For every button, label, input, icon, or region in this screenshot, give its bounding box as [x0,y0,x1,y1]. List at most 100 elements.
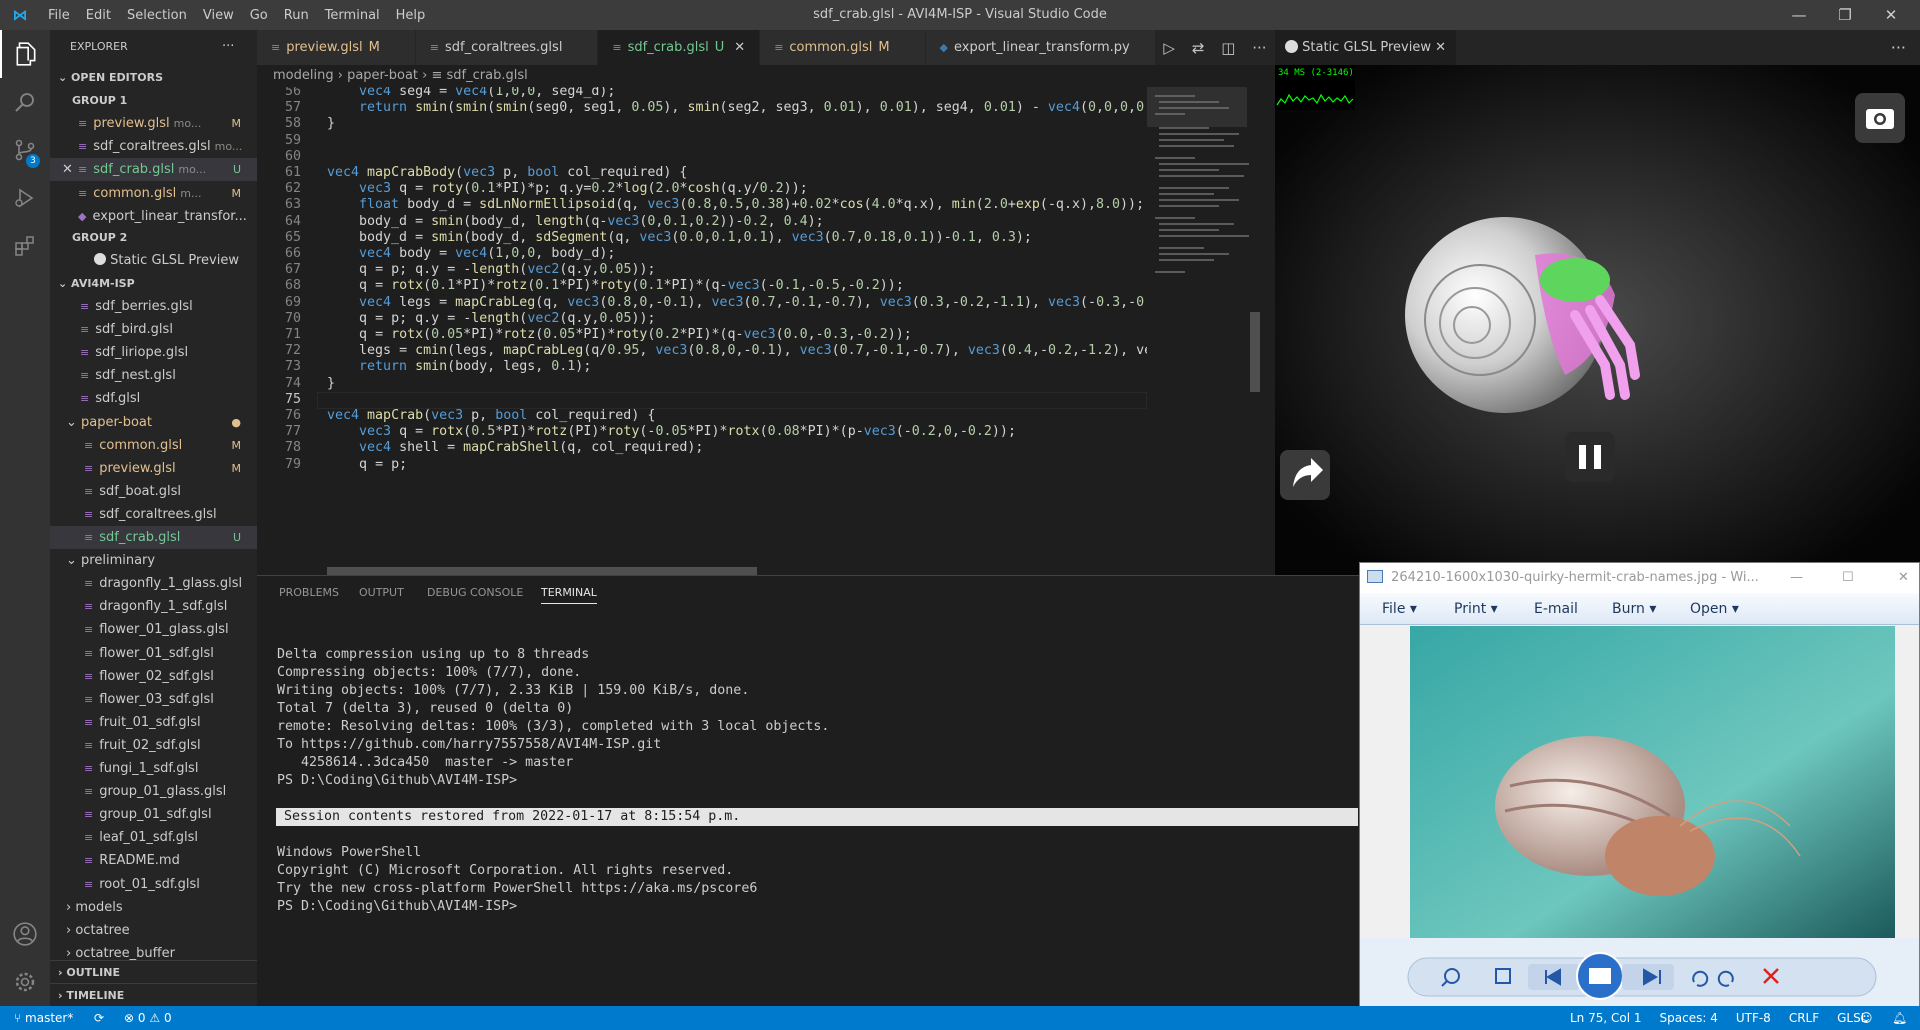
tree-folder-preliminary[interactable]: ⌄ preliminary [50,549,257,572]
close-window-button[interactable]: ✕ [1868,0,1914,30]
menu-terminal[interactable]: Terminal [317,8,388,23]
tree-file-item[interactable]: ≡ fruit_02_sdf.glsl [50,734,257,757]
close-icon[interactable]: ✕ [1435,40,1446,55]
notifications-icon[interactable]: 🔔︎ [1892,1006,1907,1030]
explorer-icon[interactable] [0,30,50,78]
more-icon[interactable]: ··· [1252,39,1266,57]
open-editor-item[interactable]: ✕ ≡ sdf_crab.glsl mo... U [50,158,257,182]
previous-icon[interactable] [1528,964,1580,990]
close-icon[interactable]: ✕ [734,40,745,55]
shader-render-canvas[interactable]: 34 MS (2-3146) [1275,65,1920,575]
breadcrumb-item[interactable]: paper-boat [347,68,418,83]
status-item[interactable]: Ln 75, Col 1 [1570,1006,1642,1030]
sync-icon[interactable]: ⟳ [94,1006,104,1030]
maximize-button[interactable]: ☐ [1842,563,1854,593]
tree-file-item[interactable]: ≡ preview.glsl M [50,457,257,480]
tree-file-item[interactable]: ≡ dragonfly_1_glass.glsl [50,572,257,595]
run-debug-icon[interactable] [0,174,50,222]
split-editor-icon[interactable]: ◫ [1221,39,1235,57]
menu-edit[interactable]: Edit [78,8,119,23]
menu-run[interactable]: Run [276,8,317,23]
preview-tab[interactable]: Static GLSL Preview ✕ [1275,30,1457,65]
minimap[interactable] [1147,87,1262,575]
more-actions-icon[interactable]: ··· [222,35,252,58]
tree-file-item[interactable]: ≡ leaf_01_sdf.glsl [50,826,257,849]
tree-file-item[interactable]: ≡ dragonfly_1_sdf.glsl [50,595,257,618]
source-control-icon[interactable]: 3 [0,126,50,174]
tree-folder-paper-boat[interactable]: ⌄ paper-boat ● [50,411,257,434]
open-editor-item[interactable]: ≡ preview.glsl mo... M [50,112,257,135]
open-editors-section[interactable]: ⌄ OPEN EDITORS [50,66,257,89]
tree-file-item[interactable]: ≡ sdf_crab.glsl U [50,526,257,549]
status-item[interactable]: Spaces: 4 [1660,1006,1718,1030]
file-menu[interactable]: File ▾ [1382,593,1417,625]
extensions-icon[interactable] [0,222,50,270]
feedback-icon[interactable]: ☺ [1860,1006,1873,1030]
restore-button[interactable]: ❐ [1822,0,1868,30]
tab-debug-console[interactable]: DEBUG CONSOLE [427,586,523,599]
pause-button[interactable] [1565,432,1615,482]
status-item[interactable]: CRLF [1789,1006,1819,1030]
close-icon[interactable]: ✕ [62,158,73,181]
menu-go[interactable]: Go [242,8,276,23]
editor-tab[interactable]: ≡ preview.glsl M ✕ [257,30,416,65]
menu-selection[interactable]: Selection [119,8,195,23]
branch-status[interactable]: ⑂ master* [14,1006,73,1030]
open-editor-item[interactable]: ≡ common.glsl m... M [50,182,257,205]
tree-file-item[interactable]: ≡ sdf_nest.glsl [50,364,257,387]
editor-tab[interactable]: ◆ export_linear_transform.py ✕ [925,30,1166,65]
menu-view[interactable]: View [195,8,242,23]
menu-file[interactable]: File [40,8,78,23]
tree-file-item[interactable]: ≡ flower_01_sdf.glsl [50,642,257,665]
tree-file-item[interactable]: ≡ sdf.glsl [50,387,257,410]
editor-tab[interactable]: ≡ sdf_coraltrees.glsl ✕ [415,30,599,65]
tree-folder[interactable]: › octatree [50,919,257,942]
more-icon[interactable]: ··· [1891,38,1906,57]
code-editor[interactable]: 56 vec4 seg4 = vec4(1,0,0, seg4_d); 57 re… [257,87,1147,575]
settings-gear-icon[interactable] [0,958,50,1006]
menu-help[interactable]: Help [388,8,434,23]
breadcrumb-item[interactable]: sdf_crab.glsl [447,68,528,83]
status-item[interactable]: UTF-8 [1736,1006,1771,1030]
share-button[interactable] [1280,450,1330,500]
tree-file-item[interactable]: ≡ sdf_coraltrees.glsl [50,503,257,526]
tree-file-item[interactable]: ≡ flower_01_glass.glsl [50,618,257,641]
tree-file-item[interactable]: ≡ sdf_berries.glsl [50,295,257,318]
tree-file-item[interactable]: ≡ README.md [50,849,257,872]
close-icon[interactable]: ✕ [572,40,583,55]
run-icon[interactable]: ▷ [1163,39,1175,57]
burn-menu[interactable]: Burn ▾ [1612,593,1656,625]
outline-section[interactable]: › OUTLINE [50,960,257,983]
tree-folder[interactable]: › models [50,896,257,919]
tree-file-item[interactable]: ≡ fruit_01_sdf.glsl [50,711,257,734]
email-button[interactable]: E-mail [1534,593,1578,625]
open-editor-item[interactable]: Static GLSL Preview [50,249,257,272]
tree-file-item[interactable]: ≡ flower_03_sdf.glsl [50,688,257,711]
minimize-button[interactable]: — [1776,0,1822,30]
close-icon[interactable]: ✕ [1140,40,1151,55]
tree-file-item[interactable]: ≡ group_01_sdf.glsl [50,803,257,826]
open-menu[interactable]: Open ▾ [1690,593,1739,625]
editor-tab[interactable]: ≡ common.glsl M ✕ [760,30,926,65]
tree-file-item[interactable]: ≡ flower_02_sdf.glsl [50,665,257,688]
minimize-button[interactable]: — [1790,563,1803,593]
tree-file-item[interactable]: ≡ fungi_1_sdf.glsl [50,757,257,780]
print-menu[interactable]: Print ▾ [1454,593,1498,625]
account-icon[interactable] [0,910,50,958]
timeline-section[interactable]: › TIMELINE [50,983,257,1006]
tree-file-item[interactable]: ≡ sdf_boat.glsl [50,480,257,503]
open-editor-item[interactable]: ≡ sdf_coraltrees.glsl mo... [50,135,257,158]
camera-button[interactable] [1855,93,1905,143]
tree-file-item[interactable]: ≡ sdf_liriope.glsl [50,341,257,364]
compare-icon[interactable]: ⇄ [1192,39,1205,57]
close-icon[interactable]: ✕ [900,40,911,55]
close-window-button[interactable]: ✕ [1898,563,1909,593]
horizontal-scrollbar[interactable] [327,567,757,575]
search-icon[interactable] [0,78,50,126]
breadcrumb-item[interactable]: modeling [273,68,334,83]
terminal-output[interactable]: Delta compression using up to 8 threads C… [276,646,1358,916]
editor-tab[interactable]: ≡ sdf_crab.glsl U ✕ [598,30,761,65]
tree-file-item[interactable]: ≡ sdf_bird.glsl [50,318,257,341]
tab-problems[interactable]: PROBLEMS [279,586,339,599]
next-icon[interactable] [1622,964,1674,990]
